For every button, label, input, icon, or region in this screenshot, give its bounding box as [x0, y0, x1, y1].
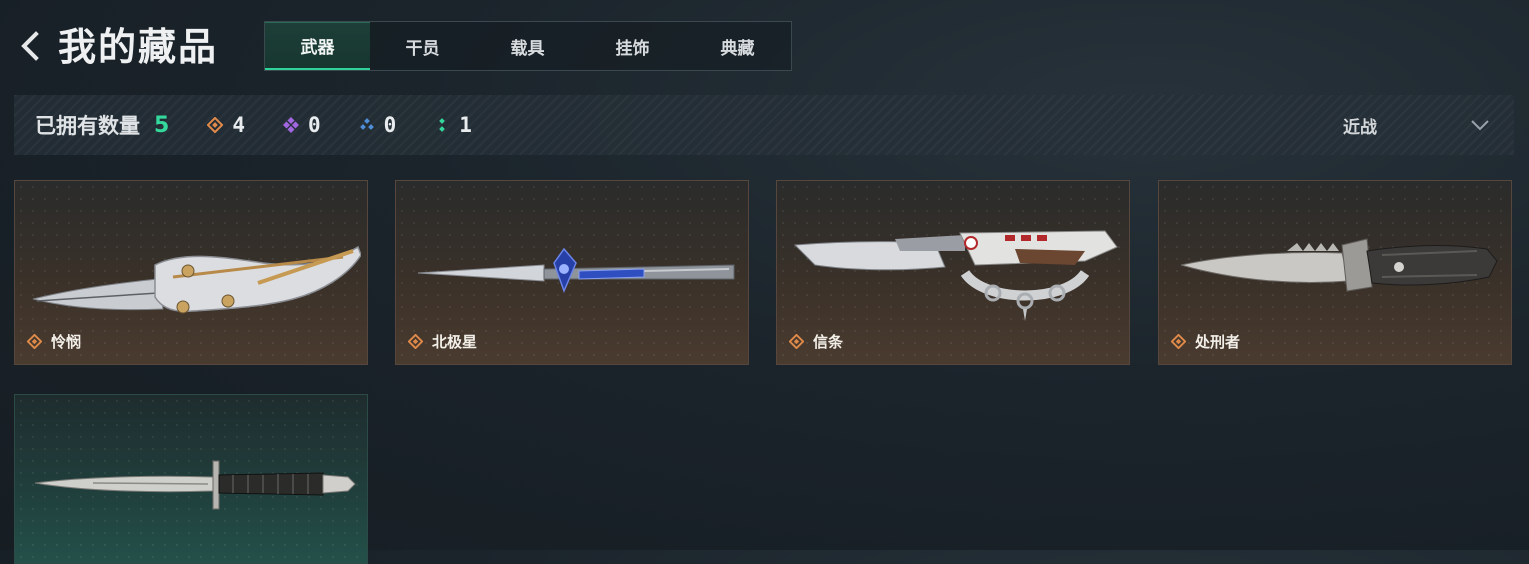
rarity-blue-count: 0: [359, 113, 397, 137]
weapon-name: 信条: [789, 331, 843, 352]
weapon-type-dropdown[interactable]: 近战: [1343, 95, 1499, 155]
weapon-name-text: 信条: [813, 333, 844, 351]
orange-diamond-icon: [1171, 334, 1186, 349]
blue-diamond-icon: [359, 118, 374, 130]
rarity-count-value: 0: [307, 113, 321, 137]
tactical-knife-icon: [1180, 238, 1498, 292]
tab-vehicles[interactable]: 载具: [475, 22, 580, 70]
weapon-card[interactable]: 信条: [776, 180, 1130, 365]
owned-count-label: 已拥有数量: [35, 114, 140, 138]
owned-stats-bar: 已拥有数量 5 4 0 0 1 近战: [14, 95, 1514, 155]
page-title: 我的藏品: [58, 25, 219, 69]
category-tabs: 武器 干员 载具 挂饰 典藏: [264, 21, 792, 71]
chevron-left-icon: [21, 31, 39, 61]
weapon-name: 怜悯: [27, 331, 81, 352]
weapon-name-text: 北极星: [432, 333, 478, 351]
orange-diamond-icon: [207, 117, 224, 133]
rarity-green-count: 1: [434, 113, 472, 137]
rarity-purple-count: 0: [282, 113, 321, 137]
weapon-card[interactable]: [14, 394, 368, 564]
weapon-card[interactable]: 怜悯: [14, 180, 368, 365]
purple-diamond-icon: [282, 117, 299, 133]
rarity-orange-count: 4: [207, 113, 245, 137]
back-button[interactable]: [14, 26, 46, 66]
weapon-name: 处刑者: [1171, 331, 1240, 352]
tab-charms[interactable]: 挂饰: [580, 22, 685, 70]
tab-operators[interactable]: 干员: [370, 22, 475, 70]
chevron-down-icon: [1471, 120, 1489, 131]
rarity-count-value: 0: [383, 113, 397, 137]
tab-weapons[interactable]: 武器: [265, 22, 370, 70]
rarity-count-value: 1: [459, 113, 472, 137]
weapon-card[interactable]: 北极星: [395, 180, 749, 365]
tab-collection[interactable]: 典藏: [685, 22, 790, 70]
folding-knife-icon: [32, 245, 361, 314]
weapon-name-text: 怜悯: [51, 333, 82, 351]
rarity-count-value: 4: [232, 113, 245, 137]
dagger-icon: [34, 460, 356, 510]
weapon-name-text: 处刑者: [1195, 333, 1241, 351]
weapon-name: 北极星: [408, 331, 477, 352]
stiletto-knife-icon: [417, 247, 735, 294]
dropdown-selected-value: 近战: [1343, 117, 1377, 138]
green-diamond-icon: [439, 118, 446, 132]
orange-diamond-icon: [27, 334, 42, 349]
knuckle-knife-icon: [793, 230, 1118, 321]
weapon-card[interactable]: 处刑者: [1158, 180, 1512, 365]
orange-diamond-icon: [789, 334, 804, 349]
orange-diamond-icon: [408, 334, 423, 349]
owned-total-count: 5: [154, 112, 170, 138]
